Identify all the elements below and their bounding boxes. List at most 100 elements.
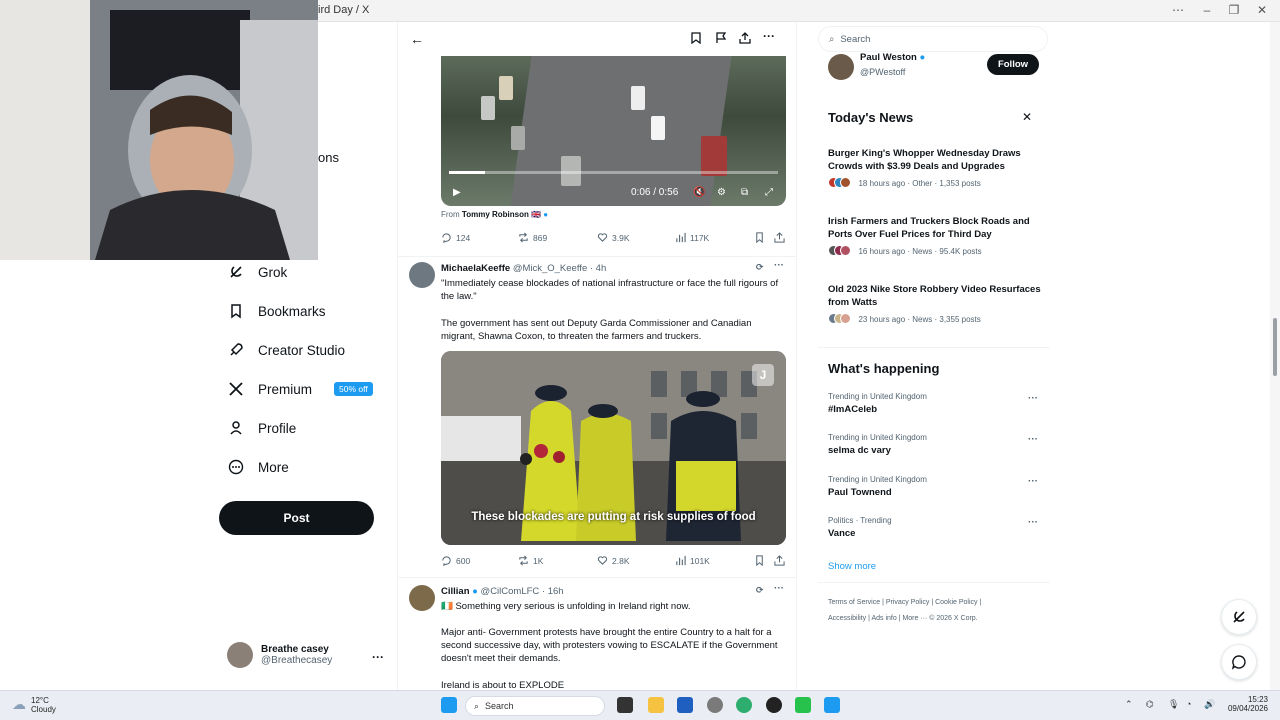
grok-fab-button[interactable]: [1221, 599, 1257, 635]
windows-start-icon[interactable]: [441, 697, 457, 713]
video-player[interactable]: J These blockades are putting at risk su…: [441, 351, 786, 545]
reply-button[interactable]: 600: [441, 555, 470, 566]
more-options-icon[interactable]: ···: [774, 583, 784, 594]
truck-shape: [511, 126, 525, 150]
file-explorer-icon[interactable]: [648, 697, 664, 713]
sidebar-item-grok[interactable]: Grok: [228, 264, 287, 280]
follow-button[interactable]: Follow: [987, 54, 1039, 75]
attribution-name[interactable]: Tommy Robinson 🇬🇧: [462, 210, 541, 219]
close-icon[interactable]: ✕: [1022, 110, 1032, 124]
views-button[interactable]: 101K: [675, 555, 710, 566]
bookmark-icon[interactable]: [754, 232, 765, 243]
task-view-icon[interactable]: [617, 697, 633, 713]
news-item[interactable]: Irish Farmers and Truckers Block Roads a…: [828, 215, 1042, 258]
account-more-icon[interactable]: ···: [372, 650, 384, 664]
volume-icon[interactable]: 🔊: [1204, 699, 1215, 710]
weather-temp: 12°C: [31, 696, 49, 705]
like-button[interactable]: 2.8K: [597, 555, 630, 566]
more-options-icon[interactable]: ···: [774, 260, 784, 271]
sidebar-item-more[interactable]: More: [228, 459, 289, 475]
avatar[interactable]: [828, 54, 854, 80]
search-input[interactable]: ⌕ Search: [818, 26, 1048, 52]
taskbar-search[interactable]: ⌕ Search: [465, 696, 605, 716]
weather-widget[interactable]: ☁ 12°C Cloudy: [12, 696, 56, 714]
network-icon[interactable]: ⌬: [1146, 699, 1154, 710]
tweet-author-name[interactable]: Cillian: [441, 586, 470, 597]
sidebar-partial-label: ons: [318, 150, 339, 165]
grok-icon[interactable]: ⟳: [756, 585, 764, 596]
avatar[interactable]: [409, 585, 435, 611]
tweet-author-handle[interactable]: @CilComLFC · 16h: [481, 586, 564, 597]
edge-browser-icon[interactable]: [736, 697, 752, 713]
twitter-app-icon[interactable]: [824, 697, 840, 713]
mute-icon[interactable]: 🔇: [693, 187, 705, 198]
tray-chevron-icon[interactable]: ⌃: [1125, 699, 1133, 710]
footer-links[interactable]: Accessibility | Ads info | More ··· © 20…: [828, 615, 978, 622]
video-player[interactable]: ▶ 0:06 / 0:56 🔇 ⚙ ⧉ ⤢: [441, 56, 786, 206]
trend-item[interactable]: Trending in United Kingdom #ImACeleb: [828, 392, 1042, 415]
trend-item[interactable]: Politics · Trending Vance: [828, 516, 1042, 539]
sidebar-item-profile[interactable]: Profile: [228, 420, 296, 436]
minimize-button[interactable]: –: [1199, 3, 1215, 17]
page-scrollbar[interactable]: [1270, 22, 1280, 690]
retweet-icon: [519, 232, 528, 243]
bookmark-icon[interactable]: [690, 32, 702, 44]
reply-button[interactable]: 124: [441, 232, 470, 243]
verified-icon: ●: [543, 210, 549, 219]
scrollbar-thumb[interactable]: [1273, 318, 1277, 376]
tweet-author-name[interactable]: MichaelaKeeffe: [441, 263, 510, 274]
news-item[interactable]: Old 2023 Nike Store Robbery Video Resurf…: [828, 283, 1042, 326]
trend-context: Trending in United Kingdom: [828, 392, 927, 401]
retweet-button[interactable]: 1K: [518, 555, 543, 566]
share-icon[interactable]: [774, 232, 785, 243]
sidebar-item-premium[interactable]: Premium 50% off: [228, 381, 373, 397]
search-placeholder: Search: [840, 33, 871, 45]
obs-icon[interactable]: [766, 697, 782, 713]
post-button[interactable]: Post: [219, 501, 374, 535]
more-options-icon[interactable]: ···: [1028, 476, 1038, 487]
clock[interactable]: 15:23 09/04/2026: [1224, 695, 1268, 713]
like-button[interactable]: 3.9K: [597, 232, 630, 243]
settings-icon[interactable]: ⚙: [717, 187, 726, 198]
views-button[interactable]: 117K: [675, 232, 709, 243]
pip-icon[interactable]: ⧉: [741, 187, 748, 198]
views-icon: [676, 555, 686, 566]
messages-fab-button[interactable]: [1221, 644, 1257, 680]
views-count: 117K: [690, 232, 710, 243]
tweet-author-handle[interactable]: @Mick_O_Keeffe · 4h: [513, 263, 606, 274]
footer-links[interactable]: Terms of Service | Privacy Policy | Cook…: [828, 599, 981, 606]
news-item[interactable]: Burger King's Whopper Wednesday Draws Cr…: [828, 147, 1042, 190]
account-switcher[interactable]: Breathe casey @Breathecasey: [227, 642, 332, 668]
microphone-icon[interactable]: 🎙: [1168, 699, 1179, 710]
fullscreen-icon[interactable]: ⤢: [765, 187, 773, 198]
trend-item[interactable]: Trending in United Kingdom Paul Townend: [828, 475, 1042, 498]
more-options-icon[interactable]: ···: [763, 29, 775, 43]
video-progress-bar[interactable]: [449, 171, 778, 174]
suggested-user-name[interactable]: Paul Weston ●: [860, 52, 925, 63]
share-icon[interactable]: [774, 555, 785, 566]
restore-button[interactable]: ❐: [1226, 3, 1242, 17]
trend-item[interactable]: Trending in United Kingdom selma dc vary: [828, 433, 1042, 456]
profile-icon[interactable]: ⋯: [1170, 3, 1186, 17]
store-icon[interactable]: [677, 697, 693, 713]
kick-icon[interactable]: [795, 697, 811, 713]
avatar[interactable]: [409, 262, 435, 288]
grok-icon[interactable]: ⟳: [756, 262, 764, 273]
bookmark-icon[interactable]: [754, 555, 765, 566]
retweet-button[interactable]: 869: [518, 232, 547, 243]
wifi-icon[interactable]: ◔: [1186, 699, 1191, 709]
sidebar-item-creator-studio[interactable]: Creator Studio: [228, 342, 345, 358]
more-options-icon[interactable]: ···: [1028, 393, 1038, 404]
more-options-icon[interactable]: ···: [1028, 434, 1038, 445]
play-icon[interactable]: ▶: [453, 187, 461, 198]
back-arrow-icon[interactable]: ←: [410, 31, 424, 47]
more-options-icon[interactable]: ···: [1028, 517, 1038, 528]
close-button[interactable]: ✕: [1254, 3, 1270, 17]
share-icon[interactable]: [739, 32, 751, 44]
attribution-prefix: From: [441, 210, 460, 219]
flag-icon[interactable]: [715, 32, 727, 44]
sidebar-item-bookmarks[interactable]: Bookmarks: [228, 303, 326, 319]
avatar: [227, 642, 253, 668]
settings-icon[interactable]: [707, 697, 723, 713]
show-more-link[interactable]: Show more: [828, 561, 876, 572]
